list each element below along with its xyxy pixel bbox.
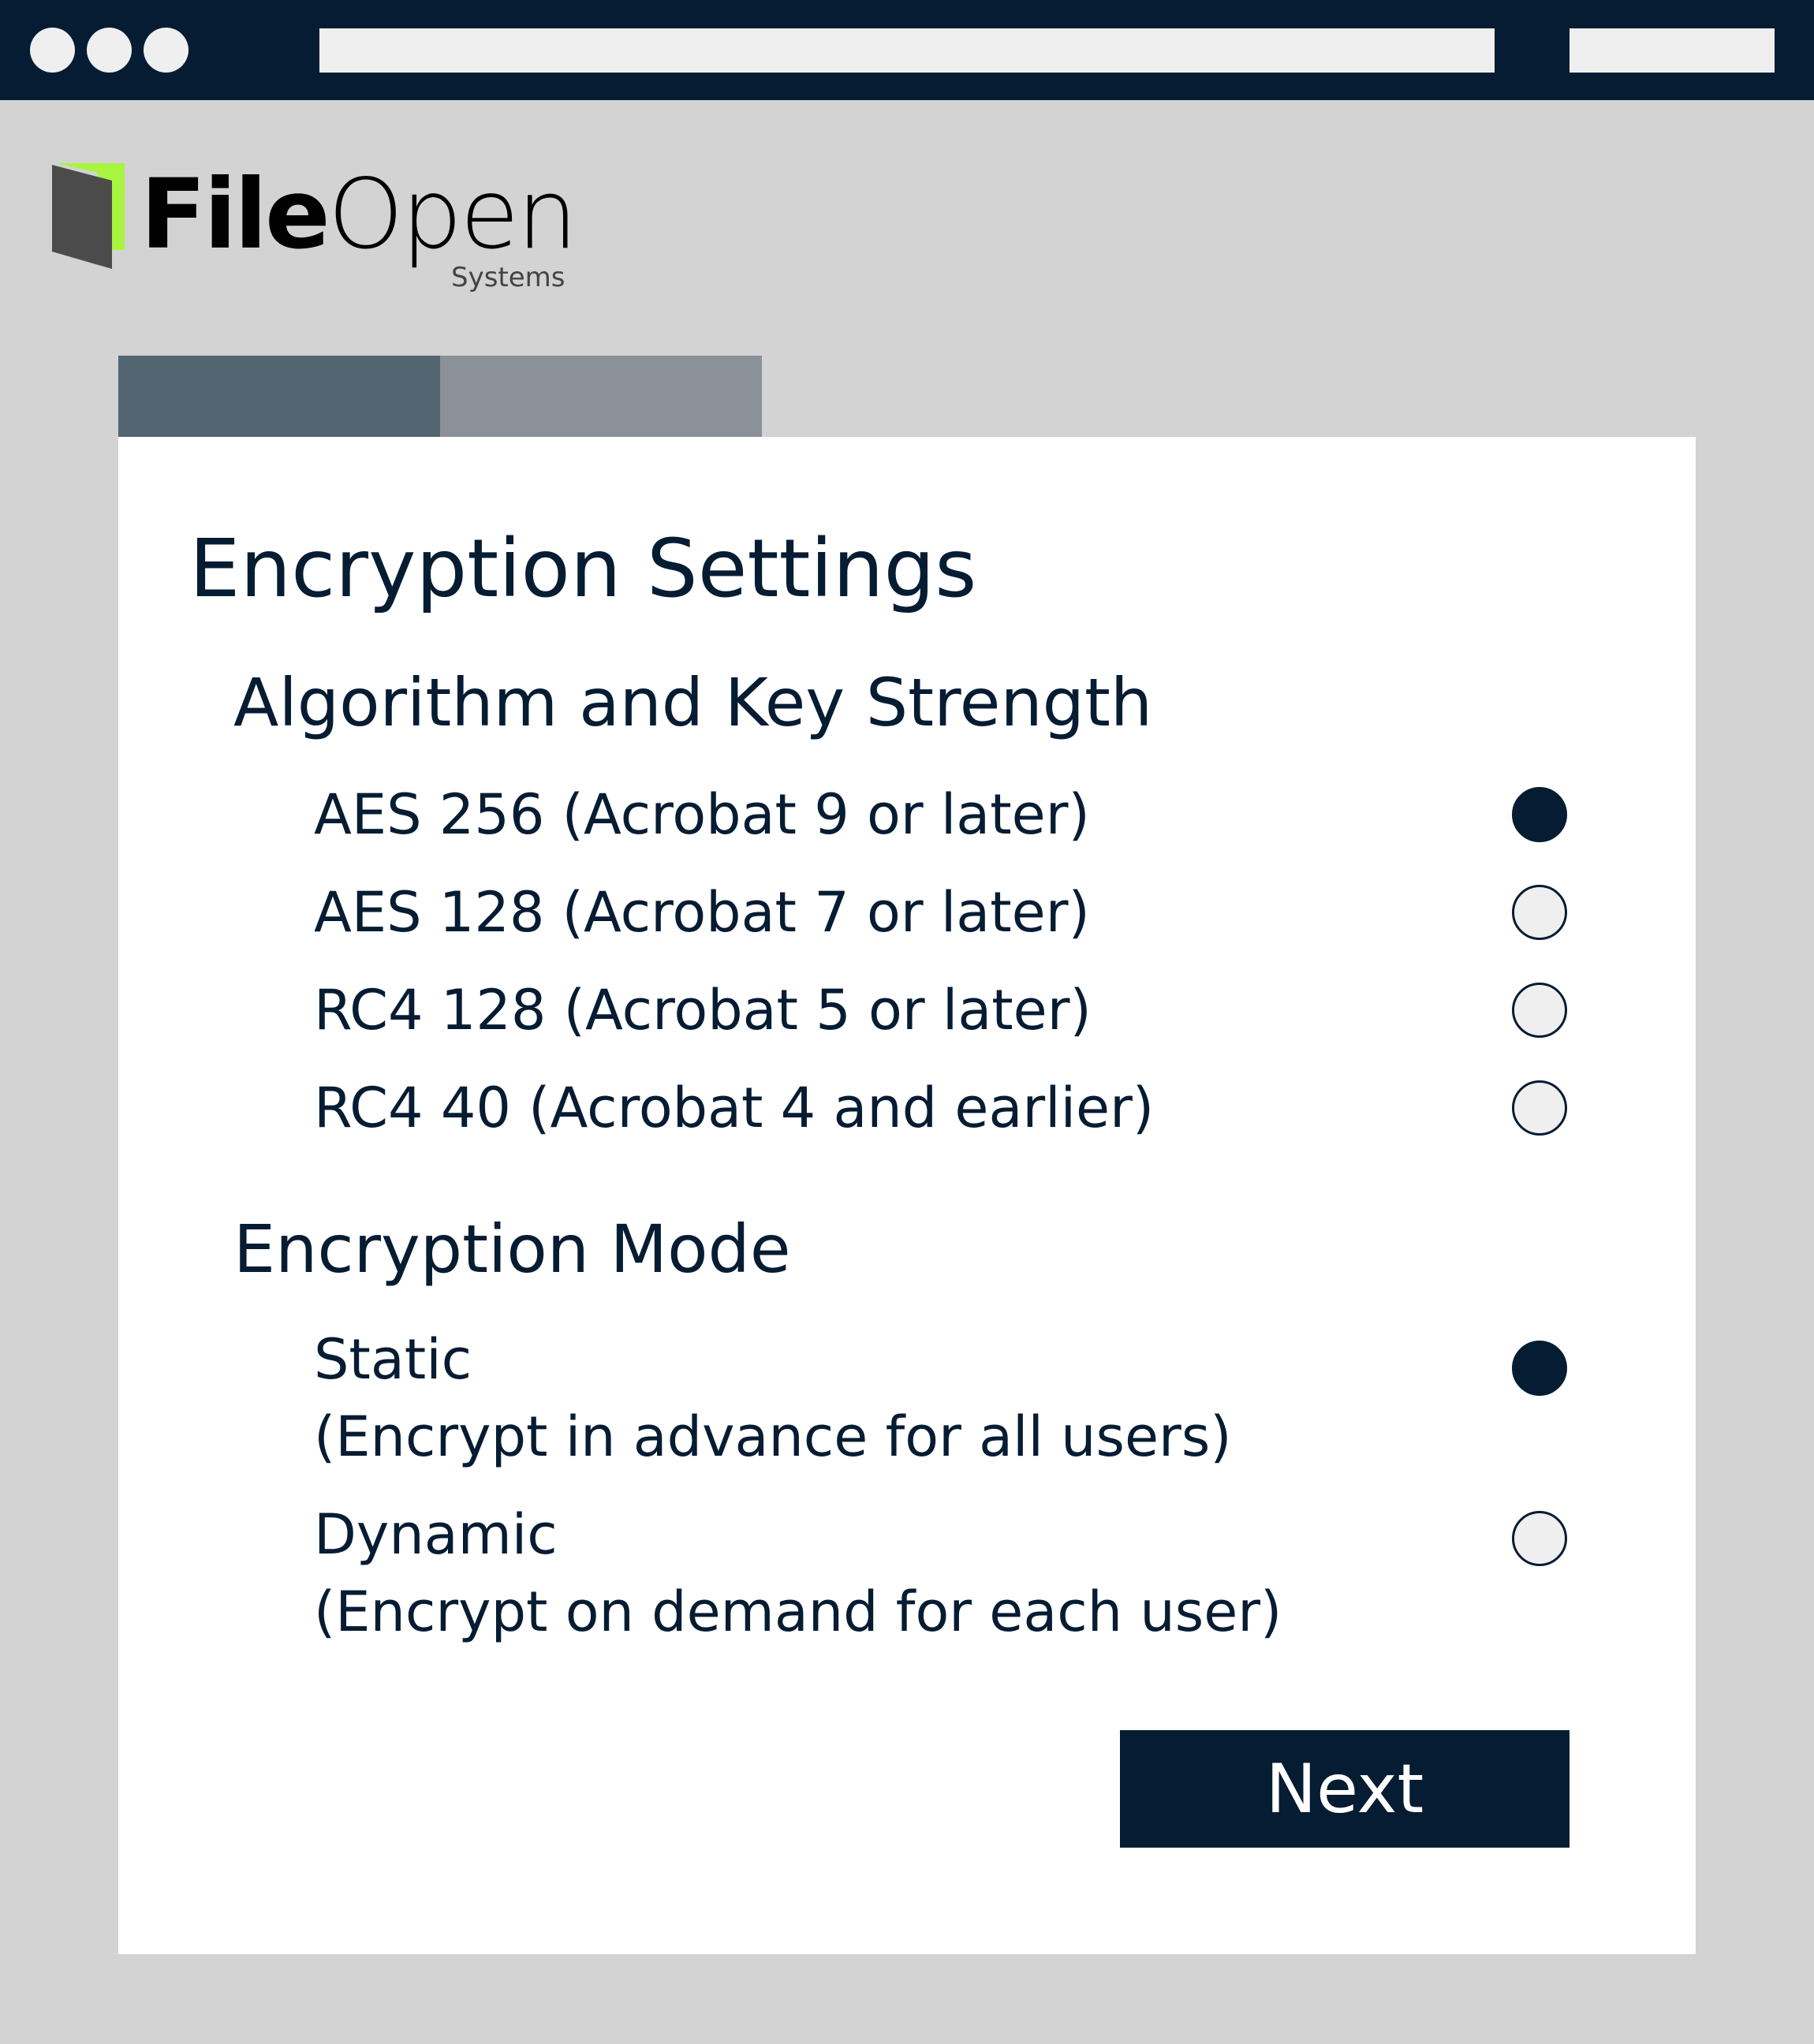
page-title: Encryption Settings xyxy=(189,522,977,616)
browser-toolbar-box[interactable] xyxy=(1570,28,1775,73)
settings-card: Encryption Settings Algorithm and Key St… xyxy=(118,437,1696,1954)
window-control-dot[interactable] xyxy=(144,28,188,73)
logo-subtitle: Systems xyxy=(451,262,565,293)
section-heading-mode: Encryption Mode xyxy=(233,1210,791,1288)
radio-static[interactable] xyxy=(1512,1341,1567,1396)
radio-aes128[interactable] xyxy=(1512,885,1567,940)
option-label-dynamic: Dynamic xyxy=(314,1502,558,1567)
option-label-aes256: AES 256 (Acrobat 9 or later) xyxy=(314,782,1090,847)
door-icon xyxy=(52,163,125,269)
browser-top-bar xyxy=(0,0,1814,100)
fileopen-logo: FileOpen Systems xyxy=(52,162,578,296)
option-label-aes128: AES 128 (Acrobat 7 or later) xyxy=(314,880,1090,945)
tab-step-2[interactable] xyxy=(440,356,762,437)
window-control-dot[interactable] xyxy=(87,28,132,73)
radio-rc4-40[interactable] xyxy=(1512,1080,1567,1136)
radio-aes256[interactable] xyxy=(1512,787,1567,842)
logo-word-light: Open xyxy=(327,159,578,270)
option-label-rc4-128: RC4 128 (Acrobat 5 or later) xyxy=(314,978,1092,1043)
next-button[interactable]: Next xyxy=(1120,1730,1570,1848)
section-heading-algorithm: Algorithm and Key Strength xyxy=(233,664,1153,741)
option-desc-dynamic: (Encrypt on demand for each user) xyxy=(314,1580,1282,1644)
logo-word-bold: File xyxy=(140,159,330,270)
radio-rc4-128[interactable] xyxy=(1512,983,1567,1038)
radio-dynamic[interactable] xyxy=(1512,1511,1567,1566)
option-label-rc4-40: RC4 40 (Acrobat 4 and earlier) xyxy=(314,1076,1155,1140)
tab-step-1[interactable] xyxy=(118,356,440,437)
option-label-static: Static xyxy=(314,1327,472,1392)
address-bar[interactable] xyxy=(319,28,1495,73)
option-desc-static: (Encrypt in advance for all users) xyxy=(314,1404,1232,1469)
window-control-dot[interactable] xyxy=(30,28,75,73)
logo-wordmark: FileOpen xyxy=(140,163,578,266)
